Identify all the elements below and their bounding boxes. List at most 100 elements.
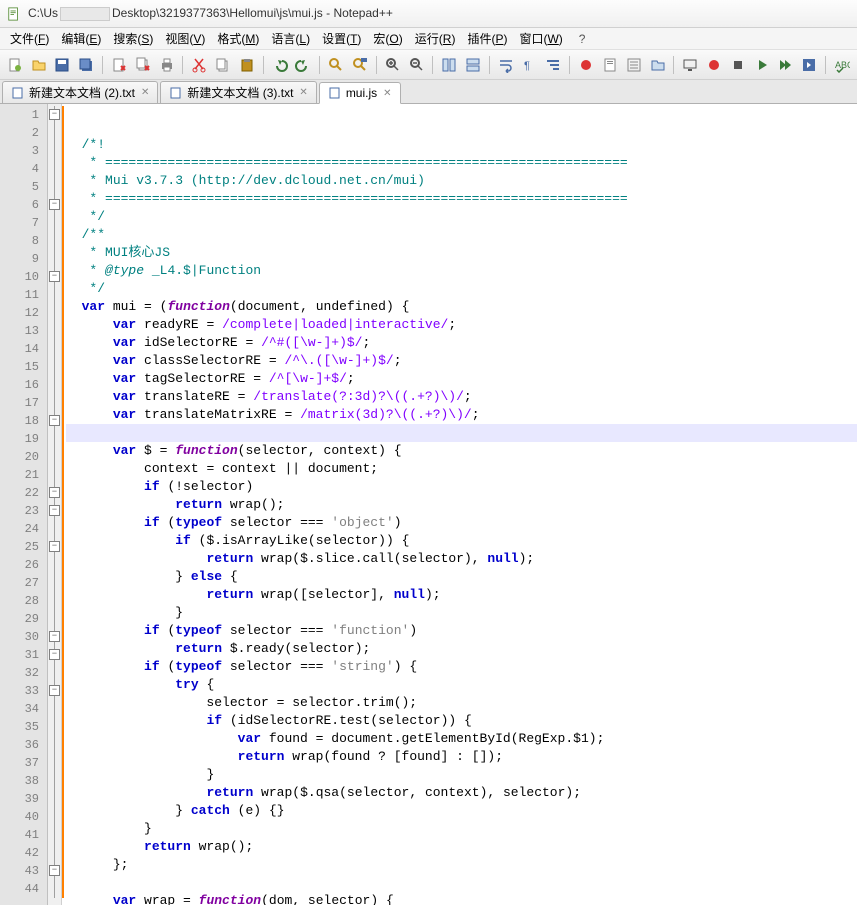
code-line[interactable]: } (66, 766, 857, 784)
fold-toggle-icon[interactable]: − (49, 631, 60, 642)
code-line[interactable]: return wrap(); (66, 496, 857, 514)
code-line[interactable] (66, 874, 857, 892)
fold-toggle-icon[interactable]: − (49, 109, 60, 120)
tab-close-icon[interactable]: ✕ (299, 87, 307, 98)
code-line[interactable]: var translateMatrixRE = /matrix(3d)?\((.… (66, 406, 857, 424)
fold-toggle-icon[interactable]: − (49, 271, 60, 282)
menu-v[interactable]: 视图(V) (159, 28, 211, 49)
code-line[interactable]: /*! (66, 136, 857, 154)
code-line[interactable]: var tagSelectorRE = /^[\w-]+$/; (66, 370, 857, 388)
stop-icon[interactable] (727, 54, 749, 76)
undo-icon[interactable] (269, 54, 291, 76)
code-line[interactable]: /** (66, 226, 857, 244)
tab-2[interactable]: mui.js✕ (319, 82, 401, 104)
code-line[interactable]: return wrap($.slice.call(selector), null… (66, 550, 857, 568)
spellcheck-icon[interactable]: ABC (831, 54, 853, 76)
cut-icon[interactable] (188, 54, 210, 76)
save-all-icon[interactable] (75, 54, 97, 76)
menu-o[interactable]: 宏(O) (367, 28, 408, 49)
redo-icon[interactable] (293, 54, 315, 76)
folder-workspace-icon[interactable] (647, 54, 669, 76)
code-line[interactable]: context = context || document; (66, 460, 857, 478)
code-line[interactable]: * ======================================… (66, 154, 857, 172)
menu-f[interactable]: 文件(F) (4, 28, 55, 49)
menu-s[interactable]: 搜索(S) (107, 28, 159, 49)
menu-r[interactable]: 运行(R) (409, 28, 462, 49)
code-line[interactable]: if (idSelectorRE.test(selector)) { (66, 712, 857, 730)
find-icon[interactable] (325, 54, 347, 76)
code-line[interactable]: var readyRE = /complete|loaded|interacti… (66, 316, 857, 334)
code-line[interactable]: if ($.isArrayLike(selector)) { (66, 532, 857, 550)
code-line[interactable]: var wrap = function(dom, selector) { (66, 892, 857, 905)
code-line[interactable]: var found = document.getElementById(RegE… (66, 730, 857, 748)
code-line[interactable]: var idSelectorRE = /^#([\w-]+)$/; (66, 334, 857, 352)
sync-v-icon[interactable] (438, 54, 460, 76)
code-line[interactable]: return $.ready(selector); (66, 640, 857, 658)
code-line[interactable]: if (typeof selector === 'function') (66, 622, 857, 640)
zoom-in-icon[interactable] (382, 54, 404, 76)
code-line[interactable]: if (!selector) (66, 478, 857, 496)
code-line[interactable]: return wrap(); (66, 838, 857, 856)
menu-p[interactable]: 插件(P) (461, 28, 513, 49)
code-line[interactable]: * @type _L4.$|Function (66, 262, 857, 280)
record-icon[interactable] (703, 54, 725, 76)
code-line[interactable]: }; (66, 856, 857, 874)
fold-toggle-icon[interactable]: − (49, 685, 60, 696)
print-icon[interactable] (156, 54, 178, 76)
code-line[interactable]: var translateRE = /translate(?:3d)?\((.+… (66, 388, 857, 406)
code-line[interactable]: return wrap($.qsa(selector, context), se… (66, 784, 857, 802)
tab-1[interactable]: 新建文本文档 (3).txt✕ (160, 81, 316, 103)
menu-t[interactable]: 设置(T) (316, 28, 367, 49)
code-line[interactable]: if (typeof selector === 'object') (66, 514, 857, 532)
fold-toggle-icon[interactable]: − (49, 199, 60, 210)
paste-icon[interactable] (236, 54, 258, 76)
indent-guide-icon[interactable] (543, 54, 565, 76)
tab-0[interactable]: 新建文本文档 (2).txt✕ (2, 81, 158, 103)
allchars-icon[interactable]: ¶ (519, 54, 541, 76)
code-line[interactable]: } else { (66, 568, 857, 586)
menu-l[interactable]: 语言(L) (265, 28, 316, 49)
monitor-icon[interactable] (679, 54, 701, 76)
menu-help[interactable]: ? (573, 30, 592, 48)
fold-toggle-icon[interactable]: − (49, 505, 60, 516)
code-line[interactable]: * Mui v3.7.3 (http://dev.dcloud.net.cn/m… (66, 172, 857, 190)
replace-icon[interactable] (349, 54, 371, 76)
code-line[interactable]: try { (66, 676, 857, 694)
fold-toggle-icon[interactable]: − (49, 865, 60, 876)
code-line[interactable]: */ (66, 280, 857, 298)
code-line[interactable]: var classSelectorRE = /^\.([\w-]+)$/; (66, 352, 857, 370)
code-line[interactable]: } (66, 604, 857, 622)
save-macro-icon[interactable] (798, 54, 820, 76)
close-all-icon[interactable] (132, 54, 154, 76)
code-line[interactable]: */ (66, 208, 857, 226)
code-line[interactable]: selector = selector.trim(); (66, 694, 857, 712)
fold-toggle-icon[interactable]: − (49, 415, 60, 426)
copy-icon[interactable] (212, 54, 234, 76)
fold-toggle-icon[interactable]: − (49, 541, 60, 552)
menu-w[interactable]: 窗口(W) (513, 28, 568, 49)
save-icon[interactable] (52, 54, 74, 76)
code-line[interactable]: var $ = function(selector, context) { (66, 442, 857, 460)
code-line[interactable]: } catch (e) {} (66, 802, 857, 820)
lang-udl-icon[interactable] (575, 54, 597, 76)
fold-toggle-icon[interactable]: − (49, 649, 60, 660)
code-line[interactable]: if (typeof selector === 'string') { (66, 658, 857, 676)
menu-e[interactable]: 编辑(E) (55, 28, 107, 49)
doc-map-icon[interactable] (599, 54, 621, 76)
code-line[interactable]: } (66, 820, 857, 838)
new-file-icon[interactable] (4, 54, 26, 76)
tab-close-icon[interactable]: ✕ (383, 88, 391, 99)
close-icon[interactable] (108, 54, 130, 76)
wordwrap-icon[interactable] (495, 54, 517, 76)
open-folder-icon[interactable] (28, 54, 50, 76)
code-line[interactable]: * MUI核心JS (66, 244, 857, 262)
fold-toggle-icon[interactable]: − (49, 487, 60, 498)
sync-h-icon[interactable] (462, 54, 484, 76)
code-line[interactable]: var mui = (function(document, undefined)… (66, 298, 857, 316)
menu-m[interactable]: 格式(M) (211, 28, 265, 49)
code-line[interactable]: * ======================================… (66, 190, 857, 208)
zoom-out-icon[interactable] (406, 54, 428, 76)
code-line[interactable]: return wrap(found ? [found] : []); (66, 748, 857, 766)
code-area[interactable]: /*! * ==================================… (62, 104, 857, 905)
code-line[interactable] (66, 424, 857, 442)
